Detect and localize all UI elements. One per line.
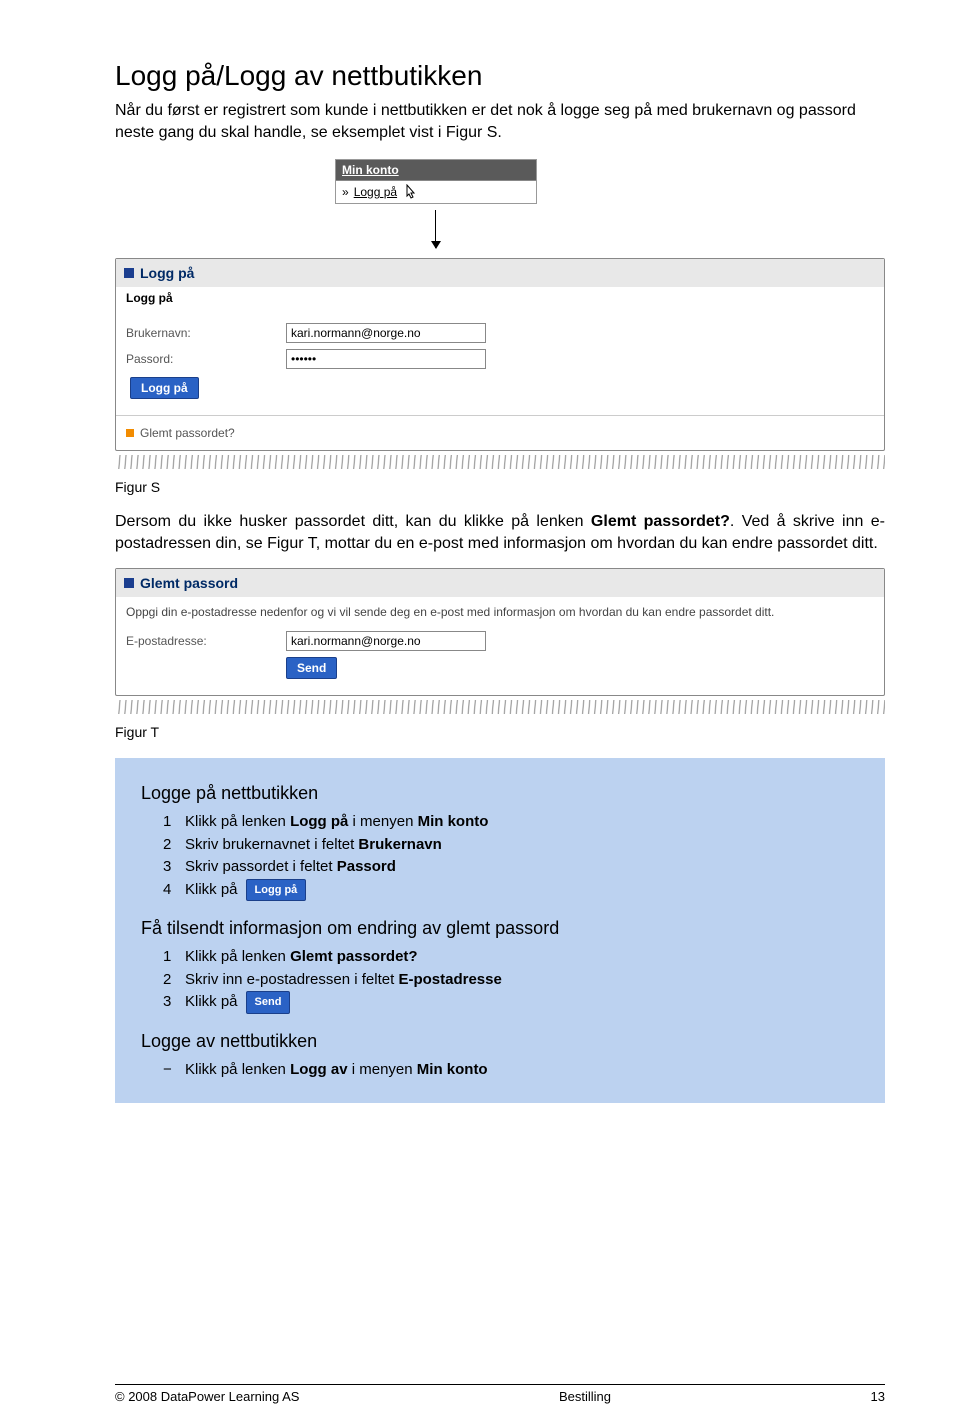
forgot-paragraph: Dersom du ikke husker passordet ditt, ka… [115,511,885,554]
instructions-heading-forgot: Få tilsendt informasjon om endring av gl… [141,915,861,942]
torn-edge [115,455,885,469]
instructions-heading-login: Logge på nettbutikken [141,780,861,807]
send-button[interactable]: Send [286,657,337,679]
forgot-panel-desc: Oppgi din e-postadresse nedenfor og vi v… [126,605,874,619]
step-3: 3Skriv passordet i feltet Passord [163,856,861,879]
min-konto-header: Min konto [336,160,536,181]
instructions-heading-logout: Logge av nettbutikken [141,1028,861,1055]
torn-edge [115,700,885,714]
page-footer: © 2008 DataPower Learning AS Bestilling … [115,1384,885,1404]
square-icon [124,578,134,588]
instructions-box: Logge på nettbutikken 1Klikk på lenken L… [115,758,885,1103]
forgot-panel-screenshot: Glemt passord Oppgi din e-postadresse ne… [115,568,885,696]
login-button[interactable]: Logg på [130,377,199,399]
step-2: 2Skriv brukernavnet i feltet Brukernavn [163,834,861,857]
forgot-panel-title: Glemt passord [140,575,238,591]
footer-page-number: 13 [871,1389,885,1404]
cursor-icon [402,184,416,200]
email-input[interactable] [286,631,486,651]
forgot-step-3: 3Klikk på Send [163,991,861,1014]
square-icon [124,268,134,278]
min-konto-menu-screenshot: Min konto » Logg på [335,159,537,204]
footer-copyright: © 2008 DataPower Learning AS [115,1389,299,1404]
footer-center: Bestilling [559,1389,611,1404]
square-icon [126,429,134,437]
login-button-inline[interactable]: Logg på [246,879,307,902]
step-1: 1Klikk på lenken Logg på i menyen Min ko… [163,811,861,834]
forgot-step-2: 2Skriv inn e-postadressen i feltet E-pos… [163,969,861,992]
login-panel-header: Logg på [116,259,884,287]
username-input[interactable] [286,323,486,343]
email-label: E-postadresse: [126,634,286,648]
password-label: Passord: [126,352,286,366]
forgot-password-link[interactable]: Glemt passordet? [116,415,884,450]
forgot-panel-header: Glemt passord [116,569,884,597]
list-arrow: » [342,185,349,199]
password-input[interactable] [286,349,486,369]
send-button-inline[interactable]: Send [246,991,291,1014]
figure-t-caption: Figur T [115,724,885,740]
forgot-password-text: Glemt passordet? [140,426,235,440]
login-panel-title: Logg på [140,265,194,281]
min-konto-item-logg-pa[interactable]: » Logg på [336,181,536,203]
username-label: Brukernavn: [126,326,286,340]
logout-step: −Klikk på lenken Logg av i menyen Min ko… [163,1059,861,1082]
intro-paragraph: Når du først er registrert som kunde i n… [115,100,885,143]
min-konto-item-label: Logg på [354,185,397,199]
figure-s-caption: Figur S [115,479,885,495]
forgot-step-1: 1Klikk på lenken Glemt passordet? [163,946,861,969]
page-title: Logg på/Logg av nettbutikken [115,60,885,92]
step-4: 4Klikk på Logg på [163,879,861,902]
arrow-down-icon [435,210,436,248]
login-panel-subtitle: Logg på [116,287,884,309]
login-panel-screenshot: Logg på Logg på Brukernavn: Passord: Log… [115,258,885,451]
